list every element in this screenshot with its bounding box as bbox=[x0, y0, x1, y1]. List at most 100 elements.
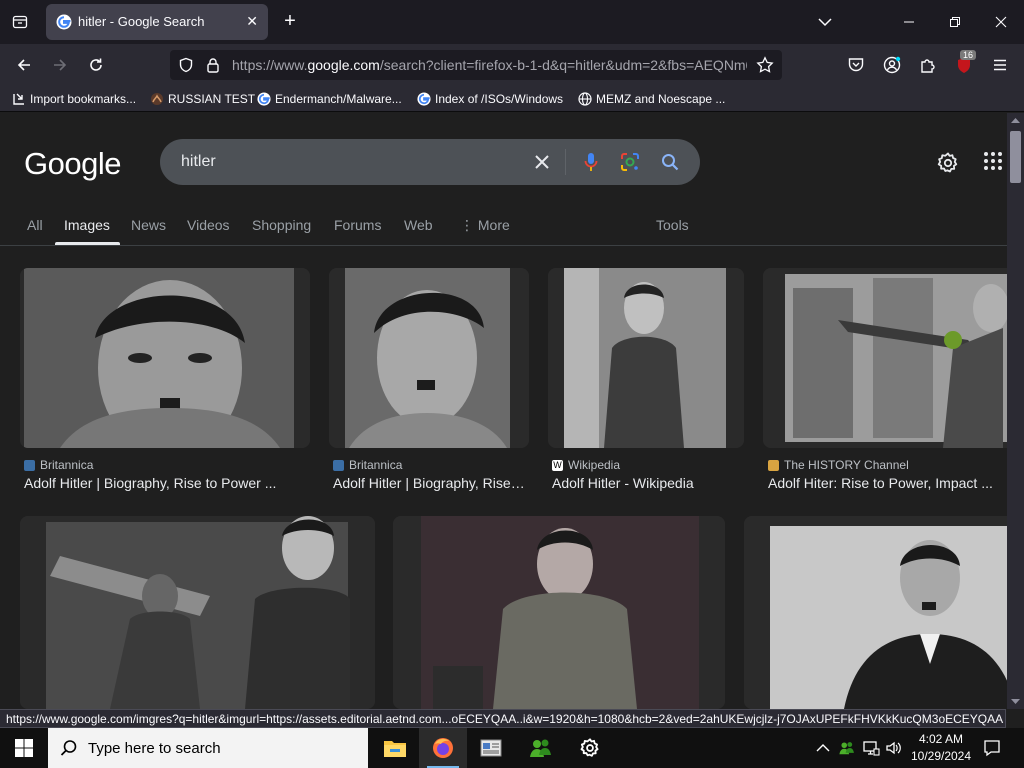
bookmark-russian-test[interactable]: RUSSIAN TEST bbox=[150, 90, 255, 108]
result-thumbnail bbox=[763, 268, 1007, 448]
taskbar-file-explorer[interactable] bbox=[371, 728, 419, 768]
gear-icon bbox=[580, 738, 599, 757]
new-tab-button[interactable]: + bbox=[278, 10, 302, 34]
taskbar-search-box[interactable]: Type here to search bbox=[48, 728, 368, 768]
voice-search-button[interactable] bbox=[580, 151, 602, 173]
tray-show-hidden[interactable] bbox=[813, 738, 833, 758]
tab-google-search[interactable]: hitler - Google Search ✕ bbox=[46, 4, 268, 40]
tab-videos[interactable]: Videos bbox=[187, 217, 230, 233]
page-scrollbar[interactable] bbox=[1007, 113, 1024, 709]
scroll-down-icon[interactable] bbox=[1011, 699, 1020, 705]
image-result[interactable] bbox=[20, 268, 310, 448]
menu-button[interactable] bbox=[986, 52, 1014, 78]
windows-taskbar: Type here to search 4:02 AM 10/29/2024 bbox=[0, 728, 1024, 768]
bookmark-import[interactable]: Import bookmarks... bbox=[12, 90, 136, 108]
tab-close-icon[interactable]: ✕ bbox=[246, 13, 258, 30]
minimize-icon bbox=[904, 21, 914, 23]
ublock-extension-button[interactable]: 16 bbox=[950, 50, 978, 78]
result-source[interactable]: W Wikipedia bbox=[552, 458, 620, 472]
pocket-button[interactable] bbox=[842, 52, 870, 78]
result-source[interactable]: The HISTORY Channel bbox=[768, 458, 909, 472]
tab-all[interactable]: All bbox=[27, 217, 43, 233]
lock-icon[interactable] bbox=[206, 57, 220, 73]
search-input[interactable]: hitler bbox=[181, 153, 216, 171]
account-button[interactable] bbox=[878, 52, 906, 78]
result-title[interactable]: Adolf Hiter: Rise to Power, Impact ... bbox=[768, 475, 1003, 491]
bookmark-label: Import bookmarks... bbox=[30, 92, 137, 106]
tab-news[interactable]: News bbox=[131, 217, 166, 233]
extensions-button[interactable] bbox=[914, 52, 942, 78]
tab-bar: hitler - Google Search ✕ + bbox=[0, 0, 1024, 44]
clear-search-button[interactable] bbox=[531, 151, 553, 173]
result-title[interactable]: Adolf Hitler | Biography, Rise to Power … bbox=[24, 475, 294, 491]
scroll-up-icon[interactable] bbox=[1011, 117, 1020, 123]
google-favicon-icon bbox=[417, 92, 431, 106]
result-source[interactable]: Britannica bbox=[333, 458, 402, 472]
bookmark-isos-windows[interactable]: Index of /ISOs/Windows bbox=[417, 90, 563, 108]
shield-icon[interactable] bbox=[178, 57, 194, 73]
search-icon bbox=[60, 740, 77, 756]
arrow-right-icon bbox=[54, 59, 67, 71]
scrollbar-thumb[interactable] bbox=[1010, 131, 1021, 183]
google-favicon-icon bbox=[257, 92, 271, 106]
tray-volume[interactable] bbox=[884, 738, 904, 758]
taskbar-firefox[interactable] bbox=[419, 728, 467, 768]
bookmark-endermanch[interactable]: Endermanch/Malware... bbox=[257, 90, 402, 108]
star-icon[interactable] bbox=[756, 56, 774, 74]
result-source[interactable]: Britannica bbox=[24, 458, 93, 472]
google-results-page: Google hitler All Images News Videos Sho… bbox=[0, 113, 1007, 709]
tray-messenger[interactable] bbox=[837, 738, 857, 758]
image-result[interactable] bbox=[548, 268, 744, 448]
tab-more[interactable]: ⋮ More bbox=[460, 217, 510, 234]
source-name: Wikipedia bbox=[568, 458, 621, 472]
forward-button[interactable] bbox=[46, 52, 74, 78]
search-box[interactable]: hitler bbox=[160, 139, 700, 185]
url-text[interactable]: https://www.google.com/search?client=fir… bbox=[232, 57, 747, 73]
tray-network[interactable] bbox=[861, 738, 881, 758]
import-icon bbox=[13, 93, 24, 105]
close-window-button[interactable] bbox=[986, 10, 1016, 34]
tab-list-button[interactable] bbox=[6, 8, 34, 36]
tab-shopping[interactable]: Shopping bbox=[252, 217, 311, 233]
image-result[interactable] bbox=[744, 516, 1007, 709]
google-favicon-icon bbox=[56, 14, 72, 30]
image-result[interactable] bbox=[20, 516, 375, 709]
result-title[interactable]: Adolf Hitler - Wikipedia bbox=[552, 475, 742, 491]
microphone-icon bbox=[584, 153, 598, 171]
image-result[interactable] bbox=[393, 516, 725, 709]
clock-date: 10/29/2024 bbox=[910, 749, 972, 763]
firefox-icon bbox=[433, 738, 453, 758]
result-thumbnail bbox=[548, 268, 744, 448]
taskbar-news-app[interactable] bbox=[467, 728, 515, 768]
address-bar[interactable]: https://www.google.com/search?client=fir… bbox=[170, 50, 782, 80]
google-logo[interactable]: Google bbox=[24, 146, 121, 182]
image-result[interactable] bbox=[329, 268, 529, 448]
tab-images[interactable]: Images bbox=[64, 217, 110, 233]
search-submit-button[interactable] bbox=[659, 151, 681, 173]
start-button[interactable] bbox=[0, 728, 48, 768]
reload-button[interactable] bbox=[82, 52, 110, 78]
tab-forums[interactable]: Forums bbox=[334, 217, 381, 233]
google-apps-button[interactable] bbox=[983, 151, 1007, 175]
notifications-button[interactable] bbox=[982, 738, 1002, 758]
list-all-tabs-button[interactable] bbox=[814, 12, 836, 32]
lens-search-button[interactable] bbox=[619, 151, 641, 173]
tab-web[interactable]: Web bbox=[404, 217, 433, 233]
wikipedia-favicon-icon: W bbox=[552, 459, 563, 471]
tools-button[interactable]: Tools bbox=[656, 217, 689, 233]
url-prefix: https://www. bbox=[232, 57, 308, 73]
bookmark-memz[interactable]: MEMZ and Noescape ... bbox=[578, 90, 725, 108]
britannica-favicon-icon bbox=[24, 459, 35, 471]
minimize-button[interactable] bbox=[894, 10, 924, 34]
taskbar-messenger-app[interactable] bbox=[517, 728, 565, 768]
settings-button[interactable] bbox=[936, 151, 960, 175]
result-title[interactable]: Adolf Hitler | Biography, Rise to Power … bbox=[333, 475, 525, 491]
bookmark-label: MEMZ and Noescape ... bbox=[596, 92, 726, 106]
back-button[interactable] bbox=[10, 52, 38, 78]
taskbar-settings[interactable] bbox=[566, 728, 614, 768]
restore-button[interactable] bbox=[940, 10, 970, 34]
image-result[interactable] bbox=[763, 268, 1007, 448]
source-name: Britannica bbox=[349, 458, 403, 472]
taskbar-clock[interactable]: 4:02 AM 10/29/2024 bbox=[906, 731, 976, 765]
apps-grid-icon bbox=[984, 152, 1002, 170]
